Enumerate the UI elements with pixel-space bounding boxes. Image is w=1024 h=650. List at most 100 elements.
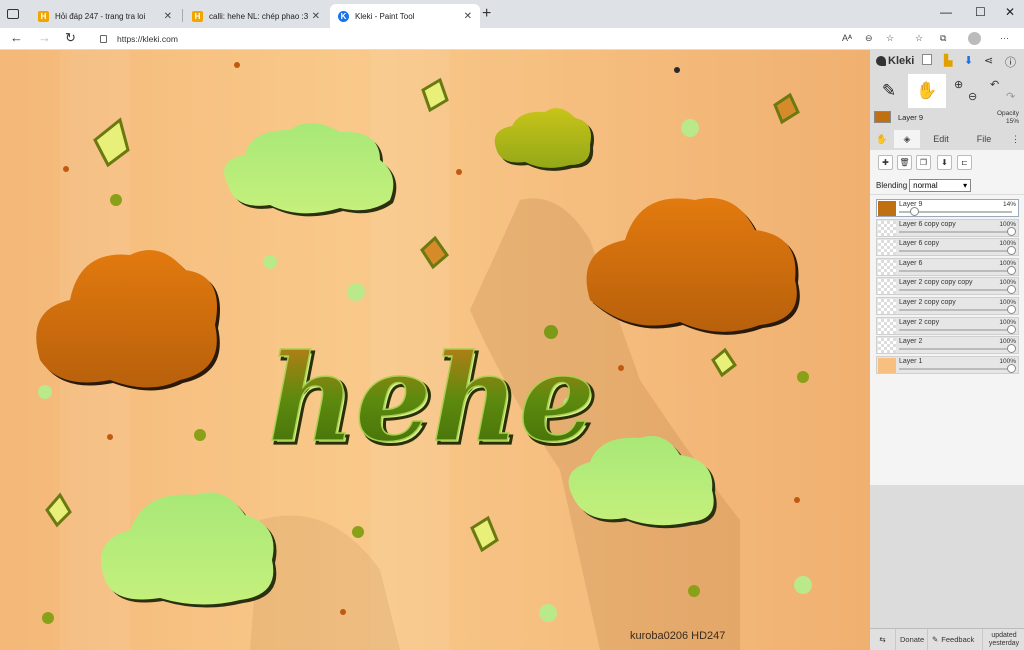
canvas-artwork: hehe hehe	[0, 50, 869, 650]
tab-layers[interactable]: ◈	[894, 130, 920, 148]
blending-label: Blending	[876, 180, 908, 190]
layer-properties-button[interactable]: ⊏	[957, 155, 972, 170]
new-tab-button[interactable]: +	[482, 5, 491, 23]
favorite-star-icon[interactable]: ☆	[886, 33, 894, 44]
hoidap-favicon-icon: H	[38, 10, 49, 22]
slider-knob[interactable]	[1007, 226, 1016, 236]
back-button[interactable]: ←	[10, 30, 23, 45]
layer-opacity-slider[interactable]	[899, 344, 1016, 354]
lock-icon	[100, 34, 107, 43]
chevron-down-icon: ▾	[963, 180, 968, 190]
tool-row: ✎ ✋ ⊕ ⊖ ↶ ↷	[870, 74, 1024, 108]
layer-opacity-slider[interactable]	[899, 265, 1016, 275]
share-icon[interactable]: ⋖	[984, 54, 993, 67]
close-tab-icon[interactable]: ✕	[312, 11, 320, 22]
tab-kleki[interactable]: K Kleki - Paint Tool ✕	[330, 4, 480, 28]
close-tab-icon[interactable]: ✕	[164, 11, 172, 22]
updated-label[interactable]: updated yesterday	[983, 629, 1024, 650]
blending-value: normal	[913, 180, 938, 190]
read-aloud-icon[interactable]: Aᴬ	[842, 33, 852, 43]
tab-hand[interactable]: ✋	[870, 130, 894, 148]
tab-actions-icon[interactable]	[7, 9, 19, 19]
slider-knob[interactable]	[1007, 363, 1016, 373]
layer-row[interactable]: Layer 2 100%	[876, 336, 1019, 355]
slider-knob[interactable]	[1007, 344, 1016, 354]
undo-icon[interactable]: ↶	[990, 78, 999, 91]
duplicate-layer-button[interactable]: ❐	[916, 155, 931, 170]
collections-icon[interactable]: ⧉	[940, 33, 946, 44]
slider-knob[interactable]	[1007, 285, 1016, 295]
new-image-icon[interactable]	[922, 54, 932, 65]
layer-opacity-slider[interactable]	[899, 246, 1016, 256]
swap-panel-button[interactable]: ⇆	[870, 628, 896, 650]
zoom-in-icon[interactable]: ⊕	[954, 78, 963, 91]
kleki-logo-icon	[876, 56, 886, 66]
panel-tabs: ✋ ◈ Edit File ⋮	[870, 130, 1024, 148]
feedback-label: Feedback	[941, 635, 975, 644]
layer-row[interactable]: Layer 6 copy 100%	[876, 238, 1019, 257]
add-layer-button[interactable]: ✚	[878, 155, 893, 170]
layer-list: Layer 9 14% Layer 6 copy copy 100% Layer 6 c…	[870, 195, 1024, 485]
drawing-canvas[interactable]: hehe hehe kuroba0206 HD247	[0, 50, 869, 650]
layer-row[interactable]: Layer 2 copy 100%	[876, 316, 1019, 335]
layer-row[interactable]: Layer 6 100%	[876, 257, 1019, 276]
slider-knob[interactable]	[1007, 305, 1016, 314]
zoom-icon[interactable]: ⊖	[865, 33, 873, 44]
layer-opacity-slider[interactable]	[899, 324, 1016, 334]
layer-opacity-slider[interactable]	[899, 363, 1016, 373]
layer-row[interactable]: Layer 2 copy copy copy 100%	[876, 277, 1019, 296]
url-field[interactable]: https://kleki.com	[90, 29, 860, 48]
hoidap-favicon-icon: H	[192, 10, 203, 22]
forward-button[interactable]: →	[38, 30, 51, 45]
open-folder-icon[interactable]: ▙	[944, 54, 952, 67]
refresh-button[interactable]: ↻	[65, 30, 76, 46]
feedback-button[interactable]: ✎ Feedback	[928, 628, 983, 650]
zoom-out-icon[interactable]: ⊖	[968, 90, 977, 103]
slider-knob[interactable]	[1007, 324, 1016, 334]
blending-select[interactable]: normal ▾	[909, 178, 972, 192]
layer-opacity-slider[interactable]	[899, 285, 1016, 295]
layer-opacity-slider[interactable]	[899, 226, 1016, 236]
favorites-icon[interactable]: ☆	[915, 33, 923, 44]
close-window-button[interactable]: ✕	[1005, 5, 1015, 19]
slider-knob[interactable]	[1007, 265, 1016, 275]
delete-layer-button[interactable]: 🗑	[897, 155, 912, 170]
redo-icon[interactable]: ↷	[1006, 90, 1015, 103]
slider-knob[interactable]	[909, 207, 919, 216]
layer-row[interactable]: Layer 2 copy copy 100%	[876, 297, 1019, 315]
close-tab-icon[interactable]: ✕	[464, 11, 472, 22]
layer-row[interactable]: Layer 6 copy copy 100%	[876, 218, 1019, 237]
address-bar: ← → ↻ https://kleki.com Aᴬ ⊖ ☆ ☆ ⧉ ···	[0, 28, 1024, 50]
minimize-button[interactable]: —	[940, 5, 952, 19]
layer-thumbnail	[878, 279, 896, 295]
layer-thumbnail	[878, 259, 896, 275]
layer-opacity-slider[interactable]	[899, 207, 1012, 216]
slider-knob[interactable]	[1007, 246, 1016, 256]
merge-layer-button[interactable]: ⬇	[937, 155, 952, 170]
more-menu-icon[interactable]: ···	[1000, 33, 1009, 43]
donate-button[interactable]: Donate	[896, 628, 928, 650]
brush-icon: ✎	[881, 81, 897, 100]
help-icon[interactable]: ⓘ	[1005, 54, 1016, 70]
layer-opacity-slider[interactable]	[899, 305, 1016, 314]
more-options-icon[interactable]: ⋮	[1006, 130, 1024, 148]
profile-avatar[interactable]	[968, 32, 981, 45]
layer-thumbnail	[878, 240, 896, 256]
tab-file[interactable]: File	[962, 130, 1006, 148]
tab-calli[interactable]: H calli: hehe NL: chép phao :3333 ✕	[184, 4, 328, 28]
layer-name: Layer 6 copy	[899, 240, 940, 248]
layer-name: Layer 2 copy copy copy	[899, 279, 973, 287]
layer-thumbnail	[878, 318, 896, 334]
rename-icon: ⊏	[961, 158, 968, 167]
hand-tool-button[interactable]: ✋	[908, 74, 946, 108]
layer-thumbnail	[878, 220, 896, 236]
tab-edit[interactable]: Edit	[920, 130, 962, 148]
layer-name: Layer 1	[899, 357, 923, 365]
layer-row[interactable]: Layer 9 14%	[876, 199, 1019, 217]
tab-title: calli: hehe NL: chép phao :3333	[209, 11, 308, 21]
maximize-button[interactable]: ☐	[975, 5, 986, 19]
tab-hoidap[interactable]: H Hỏi đáp 247 - trang tra loi ✕	[30, 4, 180, 28]
layer-row[interactable]: Layer 1 100%	[876, 355, 1019, 374]
brush-tool-button[interactable]: ✎	[870, 74, 908, 108]
download-icon[interactable]: ⬇	[964, 54, 973, 67]
